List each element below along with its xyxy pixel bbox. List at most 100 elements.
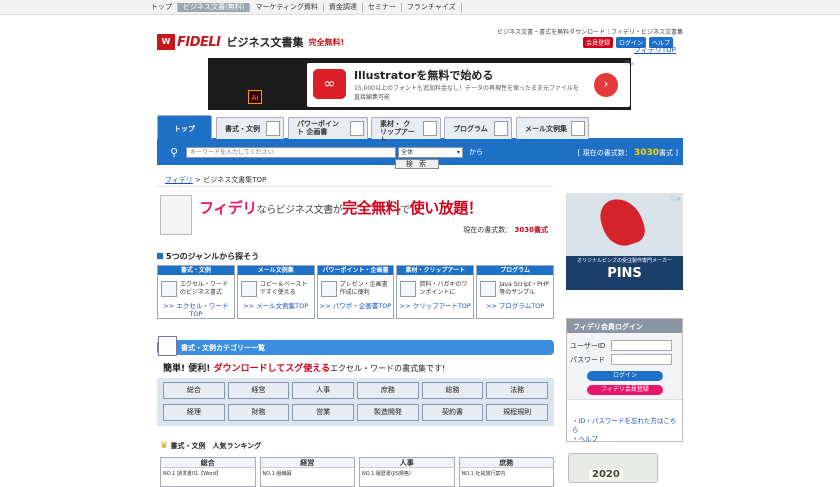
lead-a: 簡単! 便利! <box>163 364 214 374</box>
user-id-field[interactable] <box>611 340 672 351</box>
main-tabs: トップ 書式・文例 パワーポイント 企画書 素材・ クリップアート プログラム … <box>157 115 683 144</box>
genre-link[interactable]: >> メール文例集TOP <box>238 302 314 310</box>
ad-card[interactable]: ∞ Illustratorを無料で始める 15,000以上のフォントも追加料金な… <box>307 63 630 107</box>
topnav-seminar[interactable]: セミナー <box>363 3 402 12</box>
genre-head: メール文例集 <box>237 266 314 275</box>
side-ad[interactable]: ⓘ✕ オリジナルピンズの受注製作専門メーカー PINS <box>566 192 683 290</box>
genre-card[interactable]: 書式・文例 エクセル・ワードのビジネス書式 >> エクセル・ワードTOP <box>157 265 235 319</box>
side-ad-brand: PINS <box>566 264 683 290</box>
excel-icon <box>161 280 177 297</box>
login-submit-button[interactable]: ログイン <box>587 371 663 381</box>
lead-c: エクセル・ワードの書式集です! <box>329 364 446 373</box>
category-button[interactable]: 規程規則 <box>486 404 548 421</box>
category-title: 書式・文例カテゴリー一覧 <box>181 344 265 352</box>
category-button[interactable]: 経理 <box>163 404 225 421</box>
forgot-password-link[interactable]: ・ID・パスワードを忘れた方はこちら <box>572 417 678 435</box>
category-button[interactable]: 製造開発 <box>357 404 419 421</box>
register-button[interactable]: 会員登録 <box>583 37 614 48</box>
site-tagline: ビジネス文書・書式を無料ダウンロード｜フィデリ・ビジネス文書集 <box>497 29 683 36</box>
category-button[interactable]: 総合 <box>163 382 225 399</box>
site-logo[interactable]: W FIDELI ビジネス文書集 完全無料! <box>157 34 344 50</box>
genre-text: 資料・ハガキのワンポイントに <box>419 280 468 296</box>
category-button[interactable]: 総務 <box>421 382 484 399</box>
genre-text: エクセル・ワードのビジネス書式 <box>180 280 229 296</box>
calendar-year: 2020 <box>589 469 623 480</box>
genre-link[interactable]: >> プログラムTOP <box>477 302 553 310</box>
topnav-top[interactable]: トップ <box>146 3 178 12</box>
tab-label: プログラム <box>453 125 488 133</box>
genre-card[interactable]: 素材・クリップアート資料・ハガキのワンポイントに >> クリップアートTOP <box>396 265 475 319</box>
topnav-marketing[interactable]: マーケティング資料 <box>250 3 324 12</box>
ranking-item[interactable]: NO.1 請求書01【Word】 <box>161 468 255 479</box>
genre-link[interactable]: >> クリップアートTOP <box>397 302 473 310</box>
login-form: ユーザーID パスワード ログイン フィデリ会員登録 <box>567 333 682 400</box>
topnav-funding[interactable]: 資金調達 <box>324 3 363 12</box>
chart-icon <box>423 121 437 136</box>
tab-label: メール文例集 <box>525 125 567 133</box>
tab-powerpoint[interactable]: パワーポイント 企画書 <box>288 117 368 139</box>
tab-mail[interactable]: メール文例集 <box>516 117 589 139</box>
mail-icon <box>571 121 585 136</box>
genre-head: プログラム <box>477 266 553 275</box>
chevron-right-icon[interactable]: › <box>594 73 618 97</box>
genre-card[interactable]: プログラム Java Script・PHP等のサンプル >> プログラムTOP <box>476 265 554 319</box>
count-value: 3030 <box>633 148 660 158</box>
ranking-header: ♛ 書式・文例 人気ランキング <box>160 441 261 451</box>
category-button[interactable]: 契約書 <box>421 404 484 421</box>
login-title: フィデリ会員ログイン <box>567 319 682 333</box>
genre-card[interactable]: パワーポイント・企画書 プレゼン・企画書作成に便利 >> パワポ・企画書TOP <box>316 265 395 319</box>
fideli-top-link[interactable]: フィデリTOP <box>634 45 676 55</box>
member-register-button[interactable]: フィデリ会員登録 <box>587 385 663 395</box>
adchoices-icon[interactable]: ⓘ✕ <box>624 59 635 68</box>
category-button[interactable]: 営業 <box>292 404 354 421</box>
hero-count-value: 3030書式 <box>514 226 548 234</box>
genre-card[interactable]: メール文例集コピー＆ペーストですぐ使える >> メール文例集TOP <box>236 265 315 319</box>
hero-b: ならビジネス文書が <box>256 205 343 216</box>
genre-link[interactable]: >> エクセル・ワードTOP <box>158 302 234 318</box>
hero-count: 現在の書式数： 3030書式 <box>463 225 548 235</box>
document-count: [ 現在の書式数： 3030書式 ] <box>578 148 678 158</box>
password-field[interactable] <box>611 354 672 365</box>
topnav-franchise[interactable]: フランチャイズ <box>402 3 462 12</box>
category-button[interactable]: 経営 <box>227 382 290 399</box>
genre-grid: 書式・文例 エクセル・ワードのビジネス書式 >> エクセル・ワードTOP メール文例… <box>157 265 554 319</box>
breadcrumb-home-link[interactable]: フィデリ <box>165 176 193 184</box>
ranking-item[interactable]: NO.1 組織図 <box>261 468 355 479</box>
ranking-item[interactable]: NO.1 社員旅行案内 <box>460 468 554 479</box>
adchoices-icon[interactable]: ⓘ✕ <box>670 194 681 203</box>
hero-count-label: 現在の書式数： <box>463 226 513 234</box>
genre-head: パワーポイント・企画書 <box>317 266 394 275</box>
tab-label: 書式・文例 <box>225 125 260 133</box>
hero-c: 完全無料 <box>342 199 401 217</box>
category-button[interactable]: 財務 <box>227 404 290 421</box>
search-input[interactable] <box>186 147 396 158</box>
search-scope-select[interactable]: 全体 ▾ <box>398 147 463 158</box>
chevron-down-icon: ▾ <box>456 149 460 156</box>
word-doc-icon <box>158 336 177 356</box>
genre-head: 素材・クリップアート <box>397 266 474 275</box>
clipart-icon <box>400 280 417 297</box>
tab-clipart[interactable]: 素材・ クリップアート <box>371 117 441 144</box>
crown-icon: ♛ <box>160 441 169 451</box>
count-label: [ 現在の書式数： <box>577 149 632 157</box>
help-link[interactable]: ・ヘルプ <box>572 435 678 444</box>
search-kara-label: から <box>469 148 483 156</box>
banner-ad[interactable]: Ai ∞ Illustratorを無料で始める 15,000以上のフォントも追加… <box>208 58 635 110</box>
search-button[interactable]: 検 索 <box>395 159 439 169</box>
category-button[interactable]: 庶務 <box>357 382 419 399</box>
tab-forms[interactable]: 書式・文例 <box>216 117 284 139</box>
ranking-item[interactable]: NO.1 履歴書(JIS規格) <box>360 468 454 479</box>
genre-text: コピー＆ペーストですぐ使える <box>259 280 308 296</box>
breadcrumb-current: > ビジネス文書集TOP <box>195 176 267 184</box>
tab-program[interactable]: プログラム <box>444 117 512 139</box>
genre-link[interactable]: >> パワポ・企画書TOP <box>318 302 394 310</box>
genre-text: Java Script・PHP等のサンプル <box>499 280 549 296</box>
category-button[interactable]: 法務 <box>486 382 548 399</box>
topnav-business-docs[interactable]: ビジネス文書(無料) <box>178 3 251 12</box>
ranking-col-head: 経営 <box>260 458 354 468</box>
user-id-label: ユーザーID <box>570 342 606 350</box>
tab-top[interactable]: トップ <box>157 115 212 139</box>
category-button[interactable]: 人事 <box>292 382 354 399</box>
ad-subtitle: 15,000以上のフォントも追加料金なし！データの再現性を保ったまま元ファイルを… <box>354 85 579 101</box>
hero-message: フィデリならビジネス文書が完全無料で使い放題！ <box>199 197 483 218</box>
